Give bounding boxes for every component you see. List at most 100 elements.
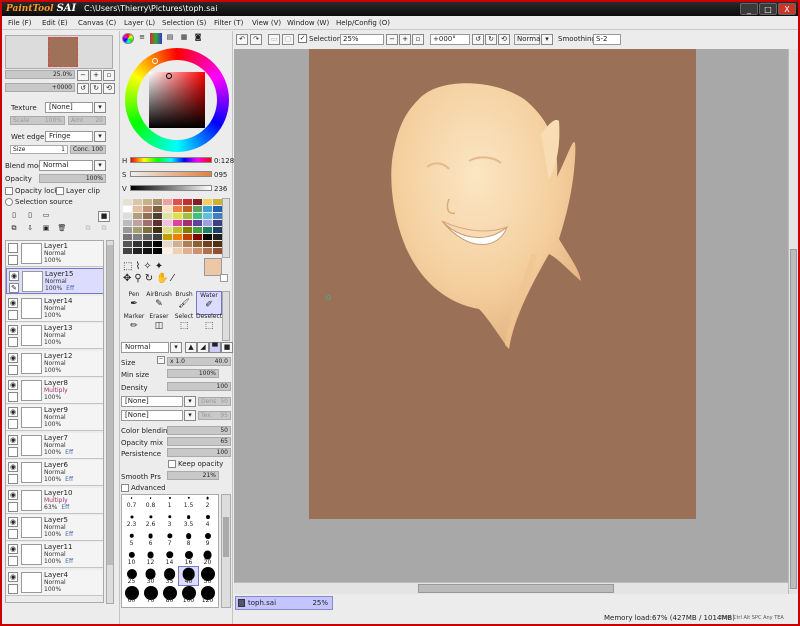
text-icon[interactable]: ✦ bbox=[155, 261, 166, 272]
rect-select-icon[interactable]: ⬚ bbox=[123, 261, 135, 272]
layer-lock-icon[interactable]: ✎ bbox=[9, 283, 19, 294]
brush-size-cell[interactable]: 14 bbox=[160, 548, 179, 566]
color-swatch[interactable] bbox=[162, 233, 172, 240]
color-swatch[interactable] bbox=[192, 247, 202, 254]
angle-slider[interactable]: +0000 bbox=[5, 83, 75, 92]
layer-scroll-thumb[interactable] bbox=[107, 245, 113, 565]
brush-size-cell[interactable]: 12 bbox=[141, 548, 160, 566]
color-swatch[interactable] bbox=[142, 240, 152, 247]
color-swatch[interactable] bbox=[132, 247, 142, 254]
blend-mode-select[interactable]: Normal bbox=[39, 160, 93, 171]
navigator-thumbnail[interactable] bbox=[48, 37, 78, 67]
opacity-mix-slider[interactable]: 65 bbox=[167, 437, 231, 446]
color-swatch[interactable] bbox=[212, 240, 222, 247]
color-swatch[interactable] bbox=[122, 247, 132, 254]
layer-lock-icon[interactable] bbox=[8, 255, 18, 265]
color-swatch[interactable] bbox=[122, 212, 132, 219]
layer-row[interactable]: ◉ Layer5 Normal 100% Eff bbox=[6, 515, 103, 541]
brush-mode-select[interactable]: Normal bbox=[121, 342, 169, 353]
layer-row[interactable]: ◉ Layer14 Normal 100% bbox=[6, 295, 103, 322]
color-swatch[interactable] bbox=[122, 205, 132, 212]
opacity-slider[interactable]: 100% bbox=[39, 174, 106, 183]
saturation-slider[interactable] bbox=[130, 171, 212, 177]
color-swatch[interactable] bbox=[212, 198, 222, 205]
delete-mask-icon[interactable]: ⧉ bbox=[98, 224, 110, 235]
wet-edge-dropdown[interactable]: ▾ bbox=[94, 131, 106, 142]
brush-size-cell[interactable]: 7 bbox=[160, 529, 179, 547]
selection-source-radio[interactable] bbox=[5, 198, 13, 206]
layer-row[interactable]: ◉ Layer12 Normal 100% bbox=[6, 350, 103, 377]
color-swatch[interactable] bbox=[192, 198, 202, 205]
view-mode-dropdown[interactable]: ▾ bbox=[541, 34, 553, 45]
tool-water[interactable]: Water ✐ bbox=[196, 291, 222, 315]
new-layer-icon[interactable]: ▯ bbox=[8, 211, 20, 222]
layer-row[interactable]: ◉ Layer4 Normal 100% bbox=[6, 569, 103, 596]
color-swatch[interactable] bbox=[202, 205, 212, 212]
brush-texture-dropdown[interactable]: ▾ bbox=[184, 410, 196, 421]
persistence-slider[interactable]: 100 bbox=[167, 448, 231, 457]
tool-deselect[interactable]: Deselect ⬚ bbox=[196, 313, 222, 337]
visibility-eye-icon[interactable]: ◉ bbox=[8, 544, 18, 555]
nav-zoom-out-button[interactable]: − bbox=[77, 70, 89, 81]
color-swatch[interactable] bbox=[142, 226, 152, 233]
rotation-field[interactable]: +000° bbox=[430, 34, 470, 45]
view-mode-field[interactable]: Normal bbox=[514, 34, 542, 45]
menu-window[interactable]: Window (W) bbox=[287, 19, 329, 27]
layer-row[interactable]: ◉ Layer7 Normal 100% Eff bbox=[6, 432, 103, 459]
rotate-right-button[interactable]: ↻ bbox=[485, 34, 497, 45]
scratchpad-tab-icon[interactable]: ◙ bbox=[192, 33, 204, 44]
brush-size-cell[interactable]: 10 bbox=[122, 548, 141, 566]
color-swatch[interactable] bbox=[172, 233, 182, 240]
visibility-eye-icon[interactable]: ◉ bbox=[8, 352, 18, 363]
document-tab[interactable]: toph.sai 25% bbox=[235, 596, 333, 610]
color-swatch[interactable] bbox=[172, 226, 182, 233]
nav-rotate-reset-button[interactable]: ⟲ bbox=[103, 83, 115, 94]
tool-pen[interactable]: Pen ✒ bbox=[121, 291, 147, 315]
layer-lock-icon[interactable] bbox=[8, 474, 18, 485]
layer-row[interactable]: ◉ Layer9 Normal 100% bbox=[6, 405, 103, 432]
horizontal-scroll-thumb[interactable] bbox=[418, 584, 614, 593]
brush-size-cell[interactable]: 80 bbox=[160, 586, 179, 604]
brush-size-cell[interactable]: 0.8 bbox=[141, 495, 160, 509]
color-swatch[interactable] bbox=[182, 198, 192, 205]
visibility-eye-icon[interactable]: ◉ bbox=[8, 325, 18, 336]
color-swatch[interactable] bbox=[152, 226, 162, 233]
color-swatch[interactable] bbox=[182, 219, 192, 226]
selection-checkbox[interactable]: ✓ bbox=[298, 34, 307, 43]
zoom-tool-icon[interactable]: ⚲ bbox=[134, 273, 144, 284]
copy-layer-icon[interactable]: ⧉ bbox=[8, 224, 20, 235]
color-wheel[interactable] bbox=[125, 48, 229, 152]
color-swatch[interactable] bbox=[162, 219, 172, 226]
color-swatch[interactable] bbox=[212, 226, 222, 233]
brush-shape-density-slider[interactable]: Dens 50 bbox=[198, 397, 231, 406]
apply-mask-icon[interactable]: ⧉ bbox=[82, 224, 94, 235]
new-folder-icon[interactable]: ▭ bbox=[40, 211, 52, 222]
brush-texture-slider[interactable]: Tex. 95 bbox=[198, 411, 231, 420]
canvas-horizontal-scrollbar[interactable] bbox=[234, 582, 788, 594]
color-swatch[interactable] bbox=[172, 205, 182, 212]
menu-layer[interactable]: Layer (L) bbox=[124, 19, 155, 27]
layer-clip-checkbox[interactable] bbox=[56, 187, 64, 195]
invert-selection-button[interactable]: ▢ bbox=[282, 34, 294, 45]
brush-size-cell[interactable]: 16 bbox=[179, 548, 198, 566]
color-swatch[interactable] bbox=[172, 219, 182, 226]
density-slider[interactable]: 100 bbox=[167, 382, 231, 391]
magic-wand-icon[interactable]: ✧ bbox=[143, 261, 154, 272]
color-swatch[interactable] bbox=[142, 219, 152, 226]
color-swatch[interactable] bbox=[152, 233, 162, 240]
color-swatch[interactable] bbox=[152, 205, 162, 212]
color-swatch[interactable] bbox=[122, 240, 132, 247]
tool-brush[interactable]: Brush 🖌 bbox=[171, 291, 197, 315]
color-swatch[interactable] bbox=[142, 205, 152, 212]
color-swatch[interactable] bbox=[152, 247, 162, 254]
color-swatch[interactable] bbox=[202, 233, 212, 240]
canvas-area[interactable] bbox=[234, 49, 788, 594]
color-swatch[interactable] bbox=[132, 212, 142, 219]
menu-filter[interactable]: Filter (T) bbox=[214, 19, 243, 27]
brush-size-cell[interactable]: 2.3 bbox=[122, 510, 141, 528]
color-swatch[interactable] bbox=[182, 240, 192, 247]
zoom-field[interactable]: 25% bbox=[340, 34, 384, 45]
color-swatch[interactable] bbox=[152, 219, 162, 226]
delete-layer-icon[interactable]: 🗑 bbox=[56, 224, 68, 235]
layer-row[interactable]: ◉ Layer13 Normal 100% bbox=[6, 323, 103, 350]
